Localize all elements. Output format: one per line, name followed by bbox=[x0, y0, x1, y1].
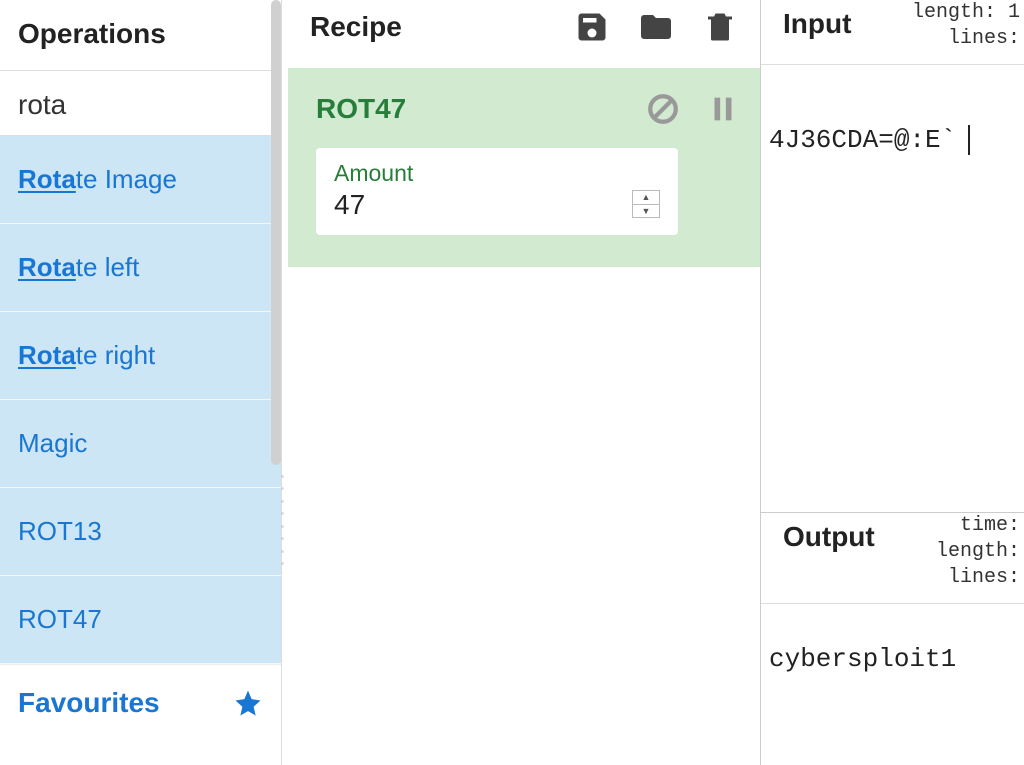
recipe-title: Recipe bbox=[310, 11, 546, 43]
operations-search-input[interactable] bbox=[0, 71, 281, 136]
amount-argument[interactable]: Amount 47 ▲▼ bbox=[316, 148, 678, 235]
output-section: Output time: length: lines: cybersploit1 bbox=[761, 512, 1024, 765]
operation-item[interactable]: ROT47 bbox=[0, 576, 281, 664]
io-panel: Input length: 1 lines: 4J36CDA=@:E` Outp… bbox=[760, 0, 1024, 765]
amount-stepper[interactable]: ▲▼ bbox=[632, 190, 660, 218]
scrollbar[interactable] bbox=[271, 0, 281, 465]
disable-icon[interactable] bbox=[646, 92, 680, 126]
panel-resize-handle[interactable] bbox=[277, 470, 287, 570]
recipe-operation-header: ROT47 bbox=[316, 92, 740, 126]
amount-value: 47 bbox=[334, 189, 660, 221]
operation-item[interactable]: Rotate left bbox=[0, 224, 281, 312]
operations-title: Operations bbox=[0, 0, 281, 71]
text-cursor bbox=[952, 125, 970, 155]
operations-list: Rotate Image Rotate left Rotate right Ma… bbox=[0, 136, 281, 664]
trash-icon[interactable] bbox=[702, 9, 738, 45]
input-header: Input length: 1 lines: bbox=[761, 0, 1024, 65]
input-section: Input length: 1 lines: 4J36CDA=@:E` bbox=[761, 0, 1024, 512]
recipe-panel: Recipe ROT47 Amount 47 ▲▼ bbox=[282, 0, 760, 765]
folder-icon[interactable] bbox=[638, 9, 674, 45]
favourites-label: Favourites bbox=[18, 687, 160, 719]
step-up[interactable]: ▲ bbox=[633, 191, 659, 205]
output-header: Output time: length: lines: bbox=[761, 513, 1024, 604]
star-icon bbox=[233, 688, 263, 718]
favourites-category[interactable]: Favourites bbox=[0, 664, 281, 741]
input-stats: length: 1 lines: bbox=[912, 0, 1024, 52]
recipe-header: Recipe bbox=[282, 0, 760, 59]
operations-panel: Operations Rotate Image Rotate left Rota… bbox=[0, 0, 282, 765]
save-icon[interactable] bbox=[574, 9, 610, 45]
input-textarea[interactable]: 4J36CDA=@:E` bbox=[761, 65, 1024, 512]
operation-item[interactable]: Rotate right bbox=[0, 312, 281, 400]
output-textarea[interactable]: cybersploit1 bbox=[761, 604, 1024, 765]
input-title: Input bbox=[783, 8, 912, 40]
output-title: Output bbox=[783, 521, 936, 553]
amount-label: Amount bbox=[334, 160, 660, 187]
recipe-body[interactable]: ROT47 Amount 47 ▲▼ bbox=[282, 68, 760, 765]
recipe-operation-name: ROT47 bbox=[316, 93, 620, 125]
operation-item[interactable]: Magic bbox=[0, 400, 281, 488]
operation-item[interactable]: ROT13 bbox=[0, 488, 281, 576]
pause-icon[interactable] bbox=[706, 92, 740, 126]
output-stats: time: length: lines: bbox=[936, 513, 1024, 591]
step-down[interactable]: ▼ bbox=[633, 205, 659, 218]
recipe-operation-card[interactable]: ROT47 Amount 47 ▲▼ bbox=[288, 68, 760, 267]
operation-item[interactable]: Rotate Image bbox=[0, 136, 281, 224]
